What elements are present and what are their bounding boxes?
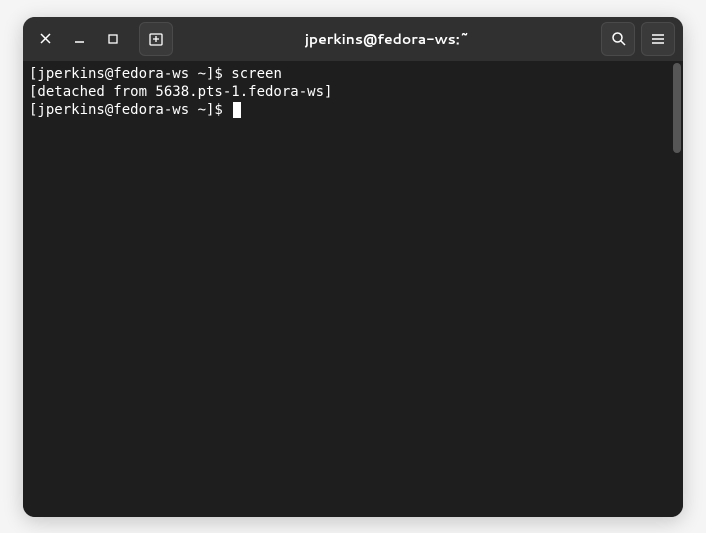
search-button[interactable] xyxy=(601,22,635,56)
minimize-icon xyxy=(74,33,85,44)
terminal-line: [detached from 5638.pts-1.fedora-ws] xyxy=(29,83,677,101)
maximize-icon xyxy=(108,34,118,44)
new-tab-icon xyxy=(148,31,164,47)
minimize-button[interactable] xyxy=(65,25,93,53)
scrollbar-thumb[interactable] xyxy=(673,63,681,153)
titlebar: jperkins@fedora-ws:~ xyxy=(23,17,683,61)
terminal-content[interactable]: [jperkins@fedora-ws ~]$ screen [detached… xyxy=(23,61,683,517)
command-text: screen xyxy=(231,66,282,82)
search-icon xyxy=(611,31,626,46)
new-tab-button[interactable] xyxy=(139,22,173,56)
window-controls-left xyxy=(31,22,173,56)
menu-button[interactable] xyxy=(641,22,675,56)
window-controls-right xyxy=(601,22,675,56)
hamburger-icon xyxy=(651,32,665,46)
prompt: [jperkins@fedora-ws ~]$ xyxy=(29,66,231,82)
terminal-window: jperkins@fedora-ws:~ [jperkins@fedora-ws… xyxy=(23,17,683,517)
close-button[interactable] xyxy=(31,25,59,53)
output-text: [detached from 5638.pts-1.fedora-ws] xyxy=(29,84,332,100)
terminal-line: [jperkins@fedora-ws ~]$ xyxy=(29,101,677,119)
cursor xyxy=(233,102,241,118)
prompt: [jperkins@fedora-ws ~]$ xyxy=(29,102,231,118)
terminal-line: [jperkins@fedora-ws ~]$ screen xyxy=(29,65,677,83)
window-title: jperkins@fedora-ws:~ xyxy=(179,29,595,49)
close-icon xyxy=(40,33,51,44)
maximize-button[interactable] xyxy=(99,25,127,53)
